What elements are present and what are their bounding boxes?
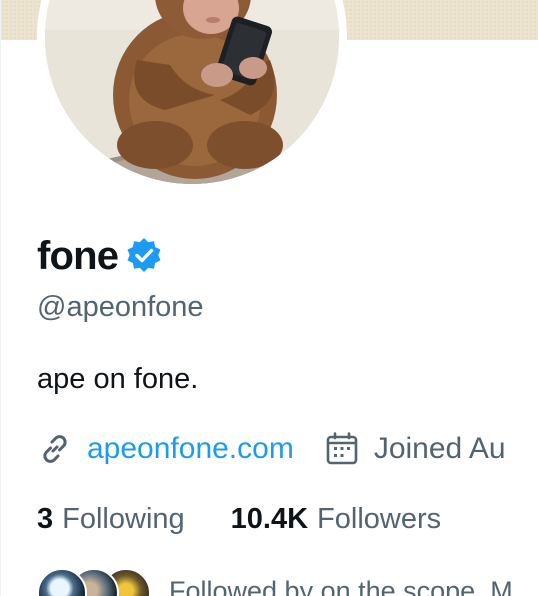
- followers-count: 10.4K: [230, 502, 309, 535]
- follow-stats: 3 Following 10.4K Followers: [37, 498, 487, 540]
- joined-date: Joined Au: [373, 432, 506, 465]
- link-icon: [37, 431, 73, 467]
- profile-page: fone @apeonfone ape on fone. apeonfone.c…: [0, 0, 538, 596]
- followed-by-text: Followed by on the scope, M: [169, 576, 513, 596]
- followers-label: Followers: [317, 502, 442, 535]
- monkey-with-phone-image: [45, 0, 339, 184]
- profile-meta: apeonfone.com Joined Au: [37, 428, 536, 470]
- profile-avatar[interactable]: [45, 0, 339, 184]
- following-count: 3: [37, 502, 54, 535]
- following-label: Following: [62, 502, 185, 535]
- follower-avatars: [37, 566, 151, 596]
- profile-handle: @apeonfone: [37, 291, 204, 323]
- verified-badge-icon[interactable]: [124, 236, 164, 276]
- name-row: fone: [37, 230, 164, 282]
- profile-bio: ape on fone.: [37, 363, 199, 395]
- followed-by-row[interactable]: Followed by on the scope, M: [37, 566, 513, 596]
- display-name: fone: [37, 234, 119, 278]
- joined-item: Joined Au: [324, 429, 506, 469]
- followers-link[interactable]: 10.4K Followers: [231, 503, 441, 536]
- calendar-icon: [324, 431, 360, 467]
- following-link[interactable]: 3 Following: [37, 503, 185, 536]
- website-link[interactable]: apeonfone.com: [87, 429, 294, 469]
- website-item: apeonfone.com: [37, 429, 294, 469]
